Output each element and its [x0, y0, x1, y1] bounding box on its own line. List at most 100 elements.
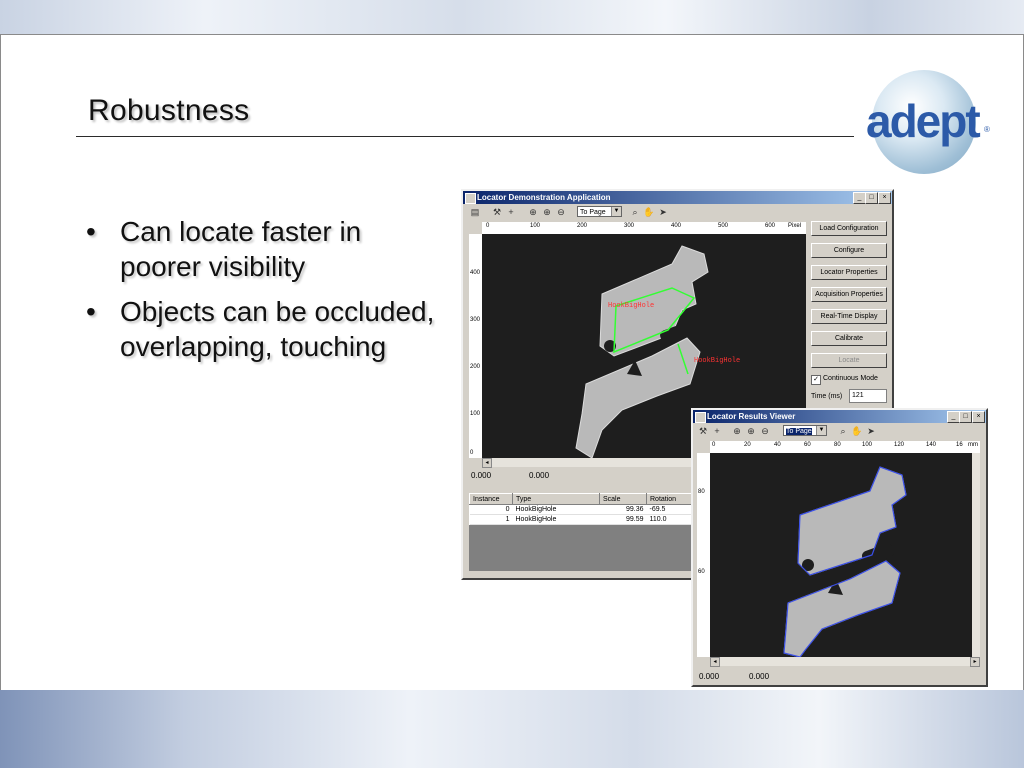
configure-button[interactable]: Configure — [811, 243, 887, 258]
real-time-display-button[interactable]: Real-Time Display — [811, 309, 887, 324]
pointer-icon[interactable]: ➤ — [657, 206, 669, 218]
ruler-tick: 500 — [718, 223, 729, 229]
cell-type: HookBigHole — [512, 504, 600, 515]
scroll-left-icon[interactable]: ◂ — [482, 458, 492, 468]
ruler-tick: 100 — [862, 442, 873, 448]
scroll-right-icon[interactable]: ▸ — [970, 657, 980, 667]
zoom-out-icon[interactable]: ⊖ — [555, 206, 567, 218]
bullet-item: • Can locate faster in poorer visibility — [86, 214, 436, 284]
viewer-vertical-ruler: 80 60 — [697, 453, 711, 657]
zoom-select-value: To Page — [580, 209, 606, 216]
status-y: 0.000 — [529, 471, 550, 480]
continuous-mode-checkbox[interactable]: ✓ — [811, 375, 821, 385]
status-y: 0.000 — [749, 672, 770, 681]
match-label-1: HookBigHole — [608, 302, 654, 310]
load-configuration-button[interactable]: Load Configuration — [811, 221, 887, 236]
zoom-select[interactable]: To Page ▼ — [577, 206, 622, 217]
viewer-vertical-scrollbar[interactable] — [972, 453, 980, 657]
viewer-title-bar[interactable]: Locator Results Viewer _ □ × — [693, 410, 986, 423]
ruler-tick: 100 — [470, 411, 481, 417]
ruler-tick: 40 — [774, 442, 781, 448]
cell-type: HookBigHole — [512, 514, 600, 525]
time-field: 121 — [849, 389, 887, 403]
open-image-icon[interactable]: ▤ — [469, 206, 481, 218]
viewer-image[interactable] — [710, 453, 972, 657]
ruler-unit: mm — [968, 442, 978, 448]
locator-properties-button[interactable]: Locator Properties — [811, 265, 887, 280]
zoom-icon[interactable]: ⊕ — [527, 206, 539, 218]
title-divider — [76, 136, 854, 137]
zoom-out-icon[interactable]: ⊖ — [759, 425, 771, 437]
maximize-icon[interactable]: □ — [959, 411, 972, 423]
results-viewer-window[interactable]: Locator Results Viewer _ □ × ⚒ + ⊕ ⊕ ⊖ T… — [691, 408, 988, 687]
locate-button[interactable]: Locate — [811, 353, 887, 368]
tools-icon[interactable]: ⚒ — [697, 425, 709, 437]
pan-hand-icon[interactable]: ✋ — [643, 206, 655, 218]
column-header[interactable]: Instance — [469, 493, 513, 505]
continuous-mode-label: Continuous Mode — [823, 375, 878, 382]
ruler-tick: 400 — [470, 270, 481, 276]
viewer-horizontal-scrollbar[interactable]: ◂ ▸ — [710, 657, 980, 667]
continuous-mode-row: ✓ Continuous Mode — [811, 374, 889, 386]
bullet-glyph: • — [86, 296, 96, 327]
close-icon[interactable]: × — [878, 192, 891, 204]
adept-logo: adept ® — [862, 70, 992, 174]
pointer-icon[interactable]: ➤ — [865, 425, 877, 437]
status-bar: 0.000 0.000 — [469, 469, 599, 483]
ruler-tick: 80 — [698, 489, 705, 495]
status-x: 0.000 — [699, 672, 720, 681]
ruler-tick: 60 — [804, 442, 811, 448]
maximize-icon[interactable]: □ — [865, 192, 878, 204]
ruler-tick: 600 — [765, 223, 776, 229]
bullet-item: • Objects can be occluded, overlapping, t… — [86, 294, 436, 364]
zoom-in-icon[interactable]: ⊕ — [541, 206, 553, 218]
vertical-ruler: 400 300 200 100 0 — [469, 234, 483, 458]
viewer-zoom-select[interactable]: To Page ▼ — [783, 425, 827, 436]
column-header[interactable]: Scale — [599, 493, 647, 505]
column-header[interactable]: Type — [512, 493, 600, 505]
crosshair-icon[interactable]: + — [711, 425, 723, 437]
top-decorative-band — [0, 0, 1024, 34]
slide-title: Robustness — [88, 94, 250, 127]
chevron-down-icon: ▼ — [816, 426, 826, 435]
close-icon[interactable]: × — [972, 411, 985, 423]
zoom-in-icon[interactable]: ⊕ — [745, 425, 757, 437]
control-panel: Load Configuration Configure Locator Pro… — [811, 221, 889, 421]
main-toolbar: ▤ ⚒ + ⊕ ⊕ ⊖ To Page ▼ ⌕ ✋ ➤ — [463, 204, 892, 220]
viewer-zoom-value: To Page — [786, 428, 812, 435]
main-title-bar[interactable]: Locator Demonstration Application _ □ × — [463, 191, 892, 204]
match-label-2: HookBigHole — [694, 357, 740, 365]
logo-text: adept — [866, 95, 981, 147]
ruler-tick: 0 — [470, 450, 474, 456]
tools-icon[interactable]: ⚒ — [491, 206, 503, 218]
ruler-tick: 120 — [894, 442, 905, 448]
chevron-down-icon: ▼ — [611, 207, 621, 216]
ruler-tick: 16 — [956, 442, 963, 448]
pan-hand-icon[interactable]: ✋ — [851, 425, 863, 437]
crosshair-icon[interactable]: + — [505, 206, 517, 218]
ruler-tick: 100 — [530, 223, 541, 229]
ruler-tick: 300 — [470, 317, 481, 323]
main-window-title: Locator Demonstration Application — [477, 193, 611, 202]
ruler-tick: 0 — [712, 442, 716, 448]
viewer-toolbar: ⚒ + ⊕ ⊕ ⊖ To Page ▼ ⌕ ✋ ➤ — [693, 423, 986, 439]
cell-scale: 99.36 — [599, 504, 647, 515]
search-icon[interactable]: ⌕ — [837, 425, 849, 437]
zoom-icon[interactable]: ⊕ — [731, 425, 743, 437]
bullet-text: Objects can be occluded, overlapping, to… — [120, 296, 435, 362]
bullet-text: Can locate faster in poorer visibility — [120, 216, 362, 282]
viewer-status-bar: 0.000 0.000 — [697, 670, 857, 682]
scroll-left-icon[interactable]: ◂ — [710, 657, 720, 667]
logo-trademark: ® — [984, 125, 990, 134]
bullet-glyph: • — [86, 216, 96, 247]
cell-scale: 99.59 — [599, 514, 647, 525]
part-upper — [797, 466, 907, 576]
ruler-tick: 200 — [470, 364, 481, 370]
ruler-tick: 300 — [624, 223, 635, 229]
acquisition-properties-button[interactable]: Acquisition Properties — [811, 287, 887, 302]
search-icon[interactable]: ⌕ — [629, 206, 641, 218]
status-x: 0.000 — [471, 471, 492, 480]
calibrate-button[interactable]: Calibrate — [811, 331, 887, 346]
ruler-tick: 200 — [577, 223, 588, 229]
ruler-tick: 400 — [671, 223, 682, 229]
